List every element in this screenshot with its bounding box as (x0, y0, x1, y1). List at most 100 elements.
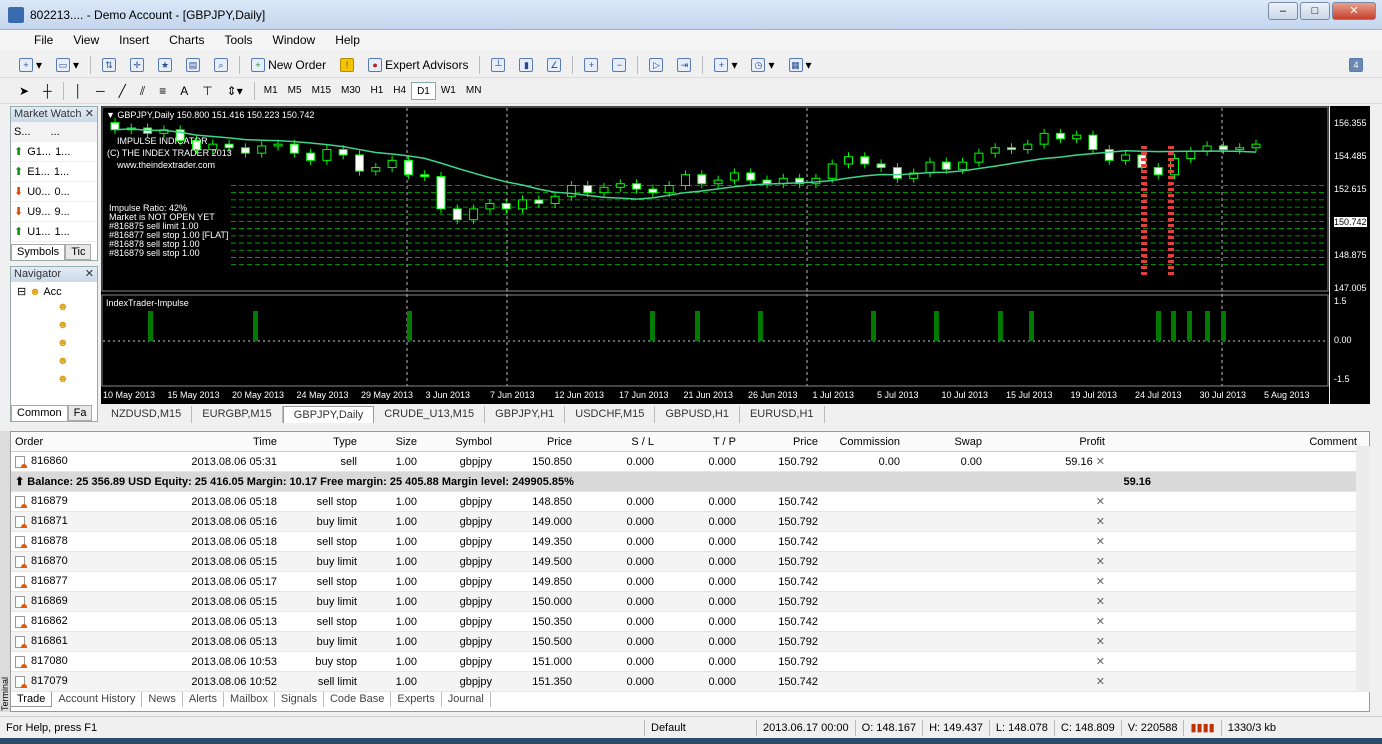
column-header[interactable]: Size (361, 436, 421, 448)
column-header[interactable]: Profit (986, 436, 1109, 448)
close-order-icon[interactable]: ✕ (1096, 636, 1105, 648)
close-order-icon[interactable]: ✕ (1096, 516, 1105, 528)
tf-m15[interactable]: M15 (307, 82, 336, 100)
market-watch-row[interactable]: ⬆ G1... 1... (11, 142, 97, 162)
chart-tab[interactable]: GBPJPY,H1 (485, 406, 566, 423)
account-icon[interactable]: ☻ (57, 298, 91, 316)
metaeditor-button[interactable]: ! (335, 55, 359, 75)
tf-m30[interactable]: M30 (336, 82, 365, 100)
zoom-in-button[interactable]: + (579, 55, 603, 75)
account-icon[interactable]: ☻ (57, 352, 91, 370)
profiles-button[interactable]: ▭ ▾ (51, 55, 84, 75)
tf-w1[interactable]: W1 (436, 82, 461, 100)
column-header[interactable]: Swap (904, 436, 986, 448)
cursor-tool[interactable]: ➤ (14, 81, 34, 101)
terminal-scrollbar[interactable] (1356, 446, 1370, 692)
crosshair-tool[interactable]: ┼ (38, 81, 57, 101)
tree-accounts[interactable]: ⊟ ☻ Acc (17, 285, 91, 298)
column-header[interactable]: Time (161, 436, 281, 448)
account-icon[interactable]: ☻ (57, 334, 91, 352)
terminal-tab[interactable]: Trade (10, 692, 53, 707)
close-order-icon[interactable]: ✕ (1096, 616, 1105, 628)
menu-file[interactable]: File (24, 33, 63, 47)
tab-favorites[interactable]: Fa (67, 405, 93, 421)
terminal-tab[interactable]: Alerts (183, 692, 224, 707)
expert-advisors-button[interactable]: ● Expert Advisors (363, 55, 473, 75)
menu-tools[interactable]: Tools (215, 33, 263, 47)
terminal-tab[interactable]: Account History (52, 692, 143, 707)
minimize-button[interactable]: – (1268, 2, 1298, 20)
terminal-tab[interactable]: Mailbox (224, 692, 275, 707)
table-row[interactable]: 816862 2013.08.06 05:13 sell stop 1.00 gbpjp… (11, 612, 1369, 632)
table-row[interactable]: 817080 2013.08.06 10:53 buy stop 1.00 gbpjpy… (11, 652, 1369, 672)
auto-scroll-button[interactable]: ▷ (644, 55, 668, 75)
terminal-tab[interactable]: Experts (391, 692, 442, 707)
tf-m5[interactable]: M5 (283, 82, 307, 100)
table-row[interactable]: 816861 2013.08.06 05:13 buy limit 1.00 gbpjp… (11, 632, 1369, 652)
market-watch-toggle[interactable]: ⇅ (97, 55, 121, 75)
table-row[interactable]: 816860 2013.08.06 05:31 sell 1.00 gbpjpy 150.… (11, 452, 1369, 472)
navigator-toggle[interactable]: ★ (153, 55, 177, 75)
menu-help[interactable]: Help (325, 33, 370, 47)
indicators-button[interactable]: + ▾ (709, 55, 742, 75)
chart-tab[interactable]: CRUDE_U13,M15 (374, 406, 486, 423)
column-header[interactable]: T / P (658, 436, 740, 448)
text-label-tool[interactable]: ⊤ (197, 81, 217, 101)
horizontal-line-tool[interactable]: ─ (91, 81, 110, 101)
column-header[interactable]: Type (281, 436, 361, 448)
account-icon[interactable]: ☻ (57, 316, 91, 334)
fibonacci-tool[interactable]: ≡ (154, 81, 171, 101)
market-watch-row[interactable]: ⬇ U9... 9... (11, 202, 97, 222)
chart-tab[interactable]: GBPUSD,H1 (655, 406, 740, 423)
close-order-icon[interactable]: ✕ (1093, 456, 1105, 468)
tab-common[interactable]: Common (11, 405, 68, 421)
market-watch-row[interactable]: ⬆ E1... 1... (11, 162, 97, 182)
price-column-header[interactable]: ... (51, 126, 60, 138)
tester-toggle[interactable]: ⌕ (209, 55, 233, 75)
tf-h4[interactable]: H4 (388, 82, 411, 100)
bar-chart-button[interactable]: ┴ (486, 55, 510, 75)
close-order-icon[interactable]: ✕ (1096, 496, 1105, 508)
close-order-icon[interactable]: ✕ (1096, 556, 1105, 568)
market-watch-row[interactable]: ⬇ U0... 0... (11, 182, 97, 202)
table-row[interactable]: 816869 2013.08.06 05:15 buy limit 1.00 gbpjp… (11, 592, 1369, 612)
terminal-tab[interactable]: Signals (275, 692, 324, 707)
zoom-out-button[interactable]: − (607, 55, 631, 75)
column-header[interactable]: Symbol (421, 436, 496, 448)
table-row[interactable]: 816878 2013.08.06 05:18 sell stop 1.00 gbpjp… (11, 532, 1369, 552)
line-chart-button[interactable]: ∠ (542, 55, 566, 75)
chart-tab[interactable]: NZDUSD,M15 (101, 406, 193, 423)
chart-shift-button[interactable]: ⇥ (672, 55, 696, 75)
close-order-icon[interactable]: ✕ (1096, 676, 1105, 688)
table-row[interactable]: 816870 2013.08.06 05:15 buy limit 1.00 gbpjp… (11, 552, 1369, 572)
column-header[interactable]: Order (11, 436, 161, 448)
tf-d1[interactable]: D1 (411, 82, 436, 100)
new-order-button[interactable]: + New Order (246, 55, 331, 75)
close-icon[interactable]: ✕ (85, 107, 94, 122)
arrows-tool[interactable]: ⇕▾ (222, 81, 248, 101)
maximize-button[interactable]: □ (1300, 2, 1330, 20)
channel-tool[interactable]: ⫽ (135, 81, 150, 101)
table-row[interactable]: 816877 2013.08.06 05:17 sell stop 1.00 gbpjp… (11, 572, 1369, 592)
close-order-icon[interactable]: ✕ (1096, 656, 1105, 668)
menu-view[interactable]: View (63, 33, 109, 47)
close-icon[interactable]: ✕ (85, 267, 94, 282)
mql5-community-button[interactable]: 4 (1344, 55, 1368, 75)
close-order-icon[interactable]: ✕ (1096, 596, 1105, 608)
table-row[interactable]: 816871 2013.08.06 05:16 buy limit 1.00 gbpjp… (11, 512, 1369, 532)
tab-tick-chart[interactable]: Tic (65, 244, 92, 260)
tf-m1[interactable]: M1 (259, 82, 283, 100)
menu-window[interactable]: Window (263, 33, 326, 47)
terminal-tab[interactable]: Journal (442, 692, 491, 707)
tf-h1[interactable]: H1 (365, 82, 388, 100)
tf-mn[interactable]: MN (461, 82, 487, 100)
column-header[interactable]: Comment (1109, 436, 1361, 448)
menu-insert[interactable]: Insert (109, 33, 159, 47)
vertical-line-tool[interactable]: │ (70, 81, 88, 101)
symbol-column-header[interactable]: S... (14, 126, 31, 138)
terminal-tab[interactable]: Code Base (324, 692, 392, 707)
column-header[interactable]: Commission (822, 436, 904, 448)
text-tool[interactable]: A (175, 81, 193, 101)
column-header[interactable]: S / L (576, 436, 658, 448)
table-row[interactable]: 816879 2013.08.06 05:18 sell stop 1.00 gbpjp… (11, 492, 1369, 512)
